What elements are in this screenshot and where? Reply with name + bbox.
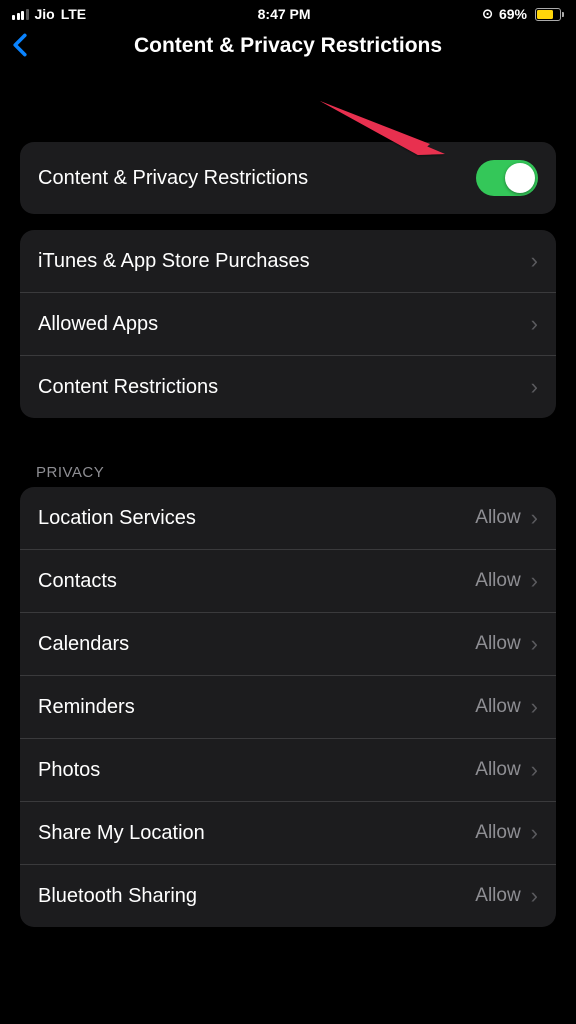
- row-value: Allow: [475, 885, 520, 907]
- chevron-right-icon: ›: [531, 374, 538, 400]
- allowed-apps-row[interactable]: Allowed Apps ›: [20, 293, 556, 356]
- status-time: 8:47 PM: [258, 6, 311, 22]
- rotation-lock-icon: ⊙: [482, 6, 493, 22]
- row-label: iTunes & App Store Purchases: [38, 250, 310, 273]
- privacy-section-header: PRIVACY: [36, 464, 540, 481]
- share-my-location-row[interactable]: Share My Location Allow ›: [20, 802, 556, 865]
- chevron-right-icon: ›: [531, 568, 538, 594]
- row-value: Allow: [475, 507, 520, 529]
- carrier-label: Jio: [35, 6, 55, 22]
- privacy-group: Location Services Allow › Contacts Allow ›…: [20, 487, 556, 927]
- restrictions-group: iTunes & App Store Purchases › Allowed A…: [20, 230, 556, 418]
- back-button[interactable]: [12, 30, 28, 62]
- content-privacy-toggle-row[interactable]: Content & Privacy Restrictions: [20, 142, 556, 214]
- row-value: Allow: [475, 696, 520, 718]
- chevron-right-icon: ›: [531, 883, 538, 909]
- row-value: Allow: [475, 759, 520, 781]
- chevron-right-icon: ›: [531, 311, 538, 337]
- chevron-right-icon: ›: [531, 694, 538, 720]
- chevron-right-icon: ›: [531, 505, 538, 531]
- toggle-switch[interactable]: [476, 160, 538, 196]
- toggle-group: Content & Privacy Restrictions: [20, 142, 556, 214]
- page-title: Content & Privacy Restrictions: [12, 34, 564, 58]
- row-label: Photos: [38, 759, 100, 782]
- bluetooth-sharing-row[interactable]: Bluetooth Sharing Allow ›: [20, 865, 556, 927]
- reminders-row[interactable]: Reminders Allow ›: [20, 676, 556, 739]
- itunes-purchases-row[interactable]: iTunes & App Store Purchases ›: [20, 230, 556, 293]
- row-label: Contacts: [38, 570, 117, 593]
- battery-percent: 69%: [499, 6, 527, 22]
- photos-row[interactable]: Photos Allow ›: [20, 739, 556, 802]
- row-label: Allowed Apps: [38, 313, 158, 336]
- nav-header: Content & Privacy Restrictions: [0, 24, 576, 72]
- status-bar: Jio LTE 8:47 PM ⊙ 69%: [0, 0, 576, 24]
- chevron-right-icon: ›: [531, 631, 538, 657]
- row-label: Location Services: [38, 507, 196, 530]
- row-label: Content & Privacy Restrictions: [38, 167, 308, 190]
- row-value: Allow: [475, 633, 520, 655]
- battery-icon: [533, 8, 564, 21]
- network-label: LTE: [61, 6, 86, 22]
- chevron-right-icon: ›: [531, 820, 538, 846]
- calendars-row[interactable]: Calendars Allow ›: [20, 613, 556, 676]
- row-value: Allow: [475, 822, 520, 844]
- chevron-right-icon: ›: [531, 248, 538, 274]
- row-label: Reminders: [38, 696, 135, 719]
- row-label: Calendars: [38, 633, 129, 656]
- location-services-row[interactable]: Location Services Allow ›: [20, 487, 556, 550]
- chevron-left-icon: [12, 33, 28, 57]
- contacts-row[interactable]: Contacts Allow ›: [20, 550, 556, 613]
- row-label: Bluetooth Sharing: [38, 885, 197, 908]
- row-label: Content Restrictions: [38, 376, 218, 399]
- content-restrictions-row[interactable]: Content Restrictions ›: [20, 356, 556, 418]
- signal-icon: [12, 9, 29, 20]
- row-value: Allow: [475, 570, 520, 592]
- chevron-right-icon: ›: [531, 757, 538, 783]
- row-label: Share My Location: [38, 822, 205, 845]
